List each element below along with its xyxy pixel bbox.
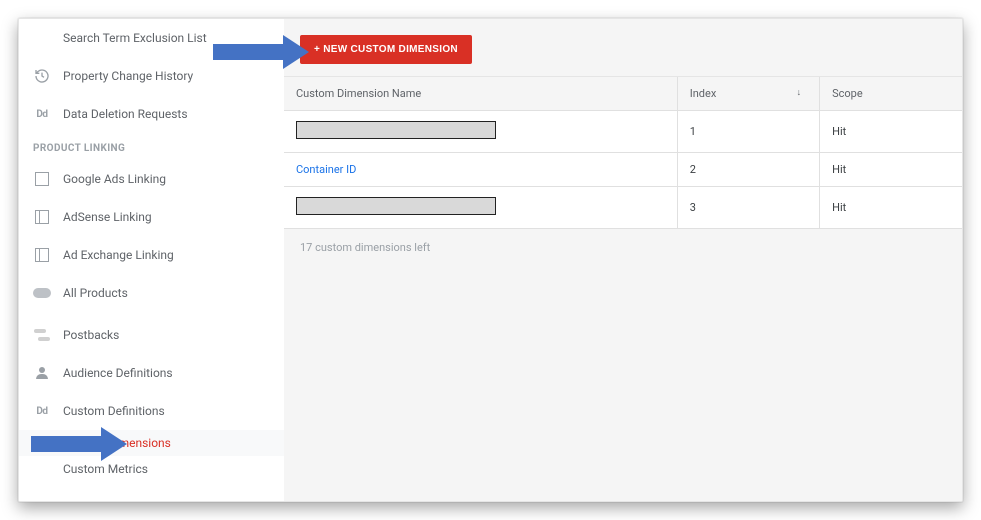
sidebar-subitem-custom-metrics[interactable]: Custom Metrics [19, 456, 284, 482]
sidebar-item-label: Google Ads Linking [63, 172, 166, 186]
sidebar-item-label: Audience Definitions [63, 366, 173, 380]
cell-scope: Hit [820, 153, 962, 187]
square-icon [33, 170, 51, 188]
sidebar-item-ad-exchange-linking[interactable]: Ad Exchange Linking [19, 236, 284, 274]
sidebar-item-property-change-history[interactable]: Property Change History [19, 57, 284, 95]
blank-icon [33, 29, 51, 47]
sidebar-item-search-term-exclusion[interactable]: Search Term Exclusion List [19, 19, 284, 57]
sidebar-item-label: Search Term Exclusion List [63, 31, 207, 45]
cell-index: 1 [677, 111, 819, 153]
remaining-count: 17 custom dimensions left [284, 229, 962, 266]
sidebar-subitem-custom-dimensions[interactable]: Custom Dimensions [19, 430, 284, 456]
pill-icon [33, 284, 51, 302]
sidebar-item-label: Property Change History [63, 69, 193, 83]
table-row[interactable]: Container ID 2 Hit [284, 153, 962, 187]
dd-icon: Dd [33, 105, 51, 123]
sidebar-section-header: PRODUCT LINKING [19, 133, 284, 160]
sidebar-item-audience-definitions[interactable]: Audience Definitions [19, 354, 284, 392]
redacted-name [296, 197, 496, 215]
sidebar-item-adsense-linking[interactable]: AdSense Linking [19, 198, 284, 236]
toolbar: + NEW CUSTOM DIMENSION [284, 19, 962, 77]
sidebar-item-label: All Products [63, 286, 128, 300]
sidebar-item-label: Custom Definitions [63, 404, 165, 418]
person-icon [33, 364, 51, 382]
sidebar-item-label: Postbacks [63, 328, 119, 342]
sort-indicator-icon: ↓ [797, 87, 802, 98]
dd-icon: Dd [33, 402, 51, 420]
sidebar-item-label: Data Deletion Requests [63, 107, 188, 121]
sidebar-item-data-deletion[interactable]: Dd Data Deletion Requests [19, 95, 284, 133]
sidebar-item-label: AdSense Linking [63, 210, 152, 224]
column-header-index[interactable]: Index ↓ [677, 77, 819, 111]
square-split-icon [33, 246, 51, 264]
arrows-icon [33, 326, 51, 344]
table-row[interactable]: 3 Hit [284, 187, 962, 229]
square-split-icon [33, 208, 51, 226]
sidebar-item-google-ads-linking[interactable]: Google Ads Linking [19, 160, 284, 198]
column-header-index-label: Index [690, 87, 717, 100]
window-frame: Search Term Exclusion List Property Chan… [18, 18, 963, 502]
redacted-name [296, 121, 496, 139]
sidebar-item-label: Ad Exchange Linking [63, 248, 174, 262]
history-icon [33, 67, 51, 85]
new-custom-dimension-button[interactable]: + NEW CUSTOM DIMENSION [300, 35, 472, 64]
cell-index: 2 [677, 153, 819, 187]
sidebar-item-custom-definitions[interactable]: Dd Custom Definitions [19, 392, 284, 430]
table-row[interactable]: 1 Hit [284, 111, 962, 153]
dimension-name-link[interactable]: Container ID [296, 163, 356, 176]
sidebar: Search Term Exclusion List Property Chan… [19, 19, 284, 501]
cell-scope: Hit [820, 111, 962, 153]
column-header-scope[interactable]: Scope [820, 77, 962, 111]
main-content: + NEW CUSTOM DIMENSION Custom Dimension … [284, 19, 962, 501]
sidebar-item-postbacks[interactable]: Postbacks [19, 316, 284, 354]
cell-index: 3 [677, 187, 819, 229]
cell-scope: Hit [820, 187, 962, 229]
custom-dimensions-table: Custom Dimension Name Index ↓ Scope 1 Hi… [284, 77, 962, 229]
column-header-name[interactable]: Custom Dimension Name [284, 77, 677, 111]
sidebar-item-all-products[interactable]: All Products [19, 274, 284, 312]
